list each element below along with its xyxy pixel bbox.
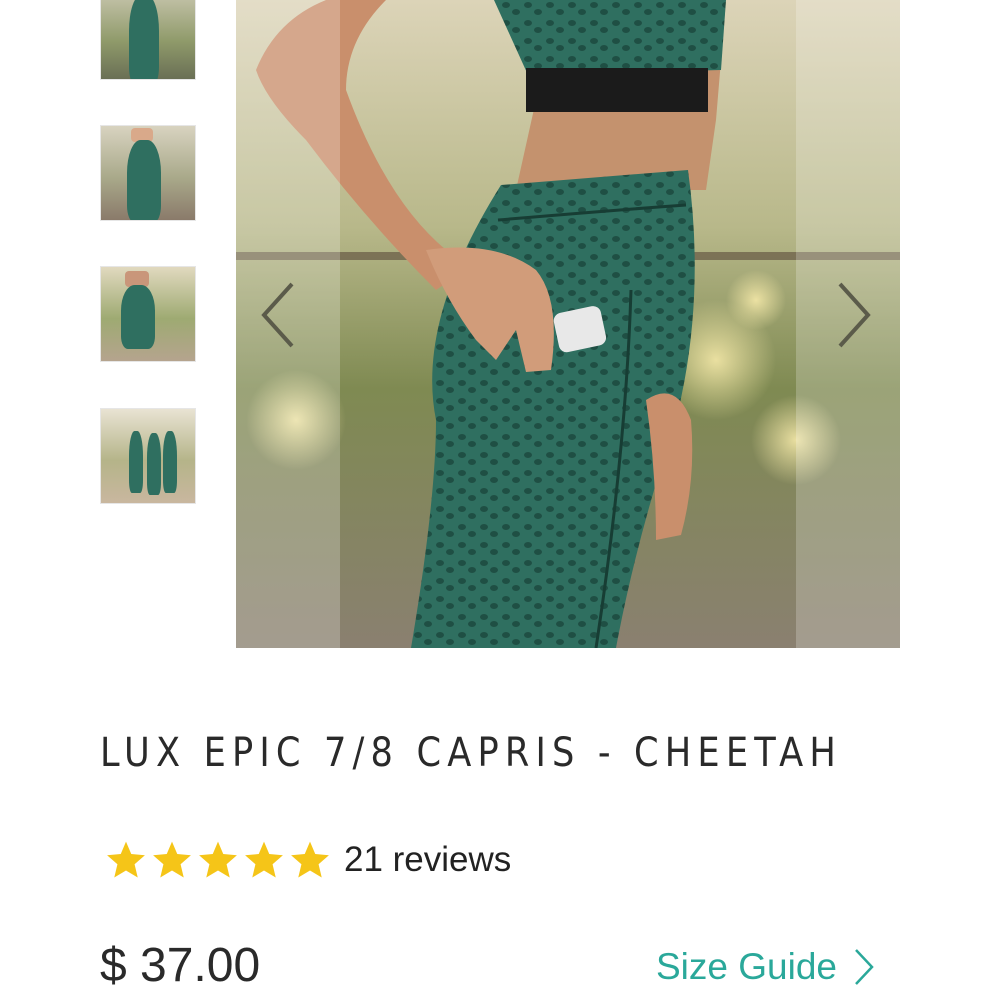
thumbnail-4[interactable] [100, 408, 196, 504]
star-icon [245, 841, 283, 878]
star-icon [153, 841, 191, 878]
star-icon [107, 841, 145, 878]
star-icon [199, 841, 237, 878]
thumbnail-2[interactable] [100, 125, 196, 221]
product-price: $ 37.00 [100, 939, 261, 992]
size-guide-label: Size Guide [656, 946, 837, 987]
previous-image-button[interactable] [252, 280, 302, 350]
chevron-right-icon [855, 949, 874, 985]
product-title: LUX EPIC 7/8 CAPRIS - CHEETAH [100, 730, 843, 776]
reviews-link[interactable]: 21 reviews [344, 840, 511, 880]
size-guide-link[interactable]: Size Guide [656, 946, 875, 988]
thumbnail-3[interactable] [100, 266, 196, 362]
star-icon [291, 841, 329, 878]
thumbnail-1[interactable] [100, 0, 196, 80]
chevron-left-icon [261, 282, 294, 348]
product-main-image [236, 0, 900, 648]
star-rating [104, 839, 332, 881]
chevron-right-icon [838, 282, 871, 348]
product-rating[interactable]: 21 reviews [104, 838, 511, 882]
next-image-button[interactable] [830, 280, 880, 350]
